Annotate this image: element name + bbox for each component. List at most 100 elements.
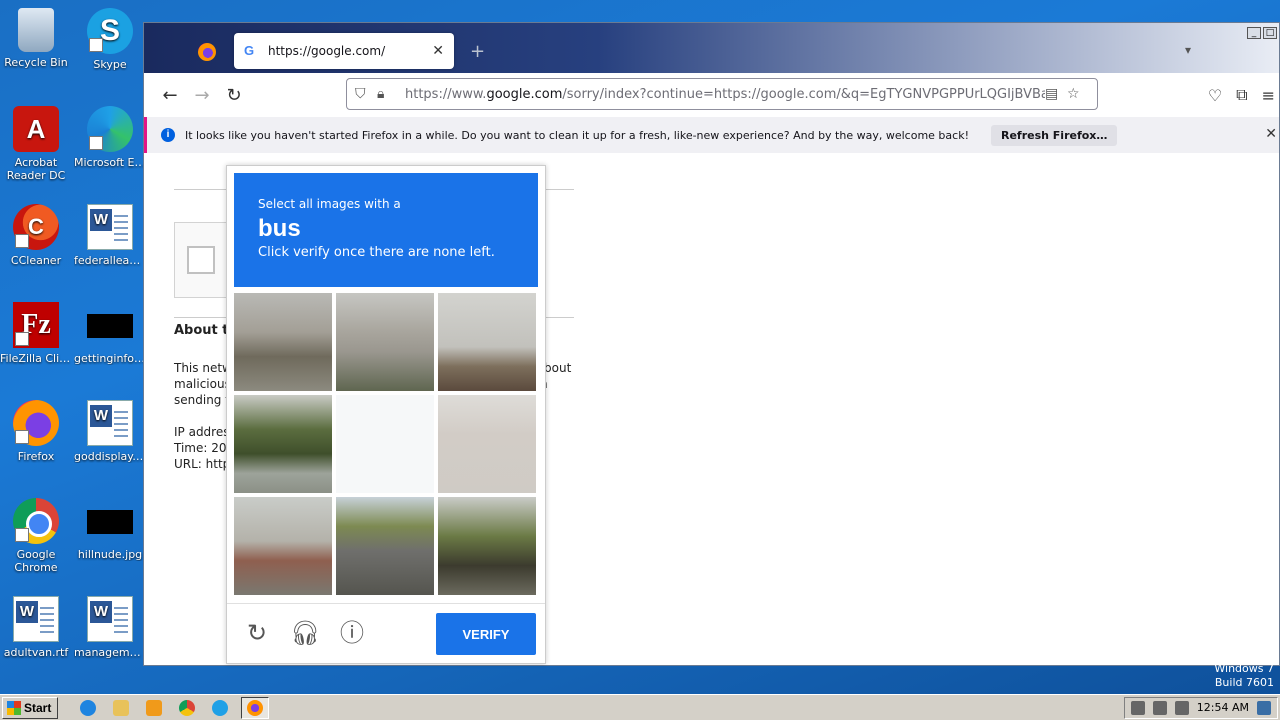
image-tile-3[interactable] (438, 293, 536, 391)
desktop-icon-adultvan[interactable]: adultvan.rtf (0, 596, 72, 659)
desktop-icon-federallead[interactable]: federallead.rtf (74, 204, 146, 267)
desktop-icon-hillnude[interactable]: hillnude.jpg (74, 498, 146, 561)
google-favicon-icon: G (244, 43, 255, 58)
firefox-icon (13, 400, 59, 446)
infobar-close-icon[interactable]: ✕ (1265, 126, 1277, 142)
extensions-icon[interactable]: ⧉ (1236, 85, 1247, 105)
image-grid (234, 293, 538, 597)
desktop-icon-goddisplay[interactable]: goddisplay.rtf (74, 400, 146, 463)
word-doc-icon (87, 400, 133, 446)
taskbar-ie-icon[interactable] (76, 697, 100, 719)
taskbar: Start 12:54 AM (0, 694, 1280, 720)
infobar-message: It looks like you haven't started Firefo… (185, 128, 969, 142)
back-arrow-icon[interactable]: ← (154, 79, 186, 111)
taskbar-chrome-icon[interactable] (175, 697, 199, 719)
tab-close-icon[interactable]: ✕ (432, 43, 444, 59)
word-doc-icon (87, 596, 133, 642)
recaptcha-challenge: Select all images with a bus Click verif… (226, 165, 546, 664)
desktop-icon-gettinginfor[interactable]: gettinginfor... (74, 302, 146, 365)
windows-flag-icon (7, 700, 21, 715)
desktop-icon-firefox[interactable]: Firefox (0, 400, 72, 463)
recaptcha-checkbox-frame (174, 222, 234, 298)
menu-hamburger-icon[interactable]: ≡ (1262, 86, 1275, 105)
black-file-icon (87, 314, 133, 338)
filezilla-icon: Fz (13, 302, 59, 348)
challenge-footer: ↻ 🎧︎ ⓘ VERIFY (227, 603, 545, 663)
tab-list-chevron-icon[interactable]: ▾ (1185, 43, 1191, 57)
taskbar-media-player-icon[interactable] (142, 697, 166, 719)
image-tile-7[interactable] (234, 497, 332, 595)
edge-icon (87, 106, 133, 152)
info-icon: i (161, 128, 175, 142)
taskbar-edge-icon[interactable] (208, 697, 232, 719)
about-paragraph: This netw malicious sending t (174, 361, 232, 407)
reader-view-icon[interactable]: ▤ (1045, 86, 1067, 102)
image-tile-4[interactable] (234, 395, 332, 493)
desktop-icon-acrobat[interactable]: A Acrobat Reader DC (0, 106, 72, 182)
desktop-icon-recycle-bin[interactable]: Recycle Bin (0, 8, 72, 69)
taskbar-firefox-icon[interactable] (241, 696, 270, 719)
refresh-firefox-button[interactable]: Refresh Firefox… (990, 124, 1118, 146)
image-tile-1[interactable] (234, 293, 332, 391)
instruction-subtext: Click verify once there are none left. (258, 245, 495, 260)
recaptcha-checkbox[interactable] (187, 246, 215, 274)
word-doc-icon (13, 596, 59, 642)
help-info-icon[interactable]: ⓘ (338, 619, 366, 647)
pocket-icon[interactable]: ♡ (1208, 86, 1222, 105)
address-bar[interactable]: ⛉ 🔒︎ https://www.google.com/sorry/index?… (346, 78, 1098, 110)
desktop-icon-ccleaner[interactable]: C CCleaner (0, 204, 72, 267)
image-tile-6[interactable] (438, 395, 536, 493)
word-doc-icon (87, 204, 133, 250)
black-file-icon (87, 510, 133, 534)
volume-icon[interactable] (1130, 700, 1145, 715)
network-icon[interactable] (1152, 700, 1167, 715)
ccleaner-icon: C (13, 204, 59, 250)
system-tray: 12:54 AM (1123, 696, 1278, 719)
clock[interactable]: 12:54 AM (1197, 701, 1249, 714)
verify-button[interactable]: VERIFY (436, 613, 536, 655)
tab-strip: G https://google.com/ ✕ + ▾ _ □ (144, 23, 1279, 73)
toolbar-right: ♡ ⧉ ≡ (1208, 73, 1279, 117)
tab-google[interactable]: G https://google.com/ ✕ (234, 33, 454, 69)
start-button[interactable]: Start (2, 696, 59, 719)
forward-arrow-icon[interactable]: → (186, 79, 218, 111)
target-object: bus (258, 215, 301, 242)
maximize-button[interactable]: □ (1263, 27, 1277, 39)
desktop-icon-chrome[interactable]: Google Chrome (0, 498, 72, 574)
lock-icon[interactable]: 🔒︎ (377, 86, 399, 102)
window-controls: _ □ (1247, 27, 1277, 39)
new-tab-button[interactable]: + (470, 41, 485, 62)
desktop-icon-management[interactable]: managemen... (74, 596, 146, 659)
about-paragraph-right: bout n (540, 361, 572, 391)
instruction-text: Select all images with a (258, 197, 401, 211)
reload-challenge-icon[interactable]: ↻ (243, 619, 271, 647)
recycle-bin-icon (18, 8, 54, 52)
show-desktop-icon[interactable] (1257, 700, 1271, 715)
tracking-shield-icon[interactable]: ⛉ (355, 86, 377, 102)
request-meta: IP addres Time: 20 URL: http (174, 425, 231, 471)
tab-title: https://google.com/ (268, 44, 386, 58)
challenge-header: Select all images with a bus Click verif… (234, 173, 538, 287)
firefox-menu-icon[interactable] (198, 43, 216, 61)
action-center-flag-icon[interactable] (1174, 700, 1189, 715)
bookmark-star-icon[interactable]: ☆ (1067, 86, 1089, 102)
image-tile-5[interactable] (336, 395, 434, 493)
chrome-icon (13, 498, 59, 544)
taskbar-explorer-icon[interactable] (109, 697, 133, 719)
image-tile-2[interactable] (336, 293, 434, 391)
anyrun-watermark: ANY RUN (1038, 613, 1261, 665)
windows-build-info: Windows 7 Build 7601 (1214, 662, 1274, 689)
url-text[interactable]: https://www.google.com/sorry/index?conti… (405, 87, 1045, 102)
image-tile-8[interactable] (336, 497, 434, 595)
desktop-icon-filezilla[interactable]: Fz FileZilla Client (0, 302, 72, 365)
minimize-button[interactable]: _ (1247, 27, 1261, 39)
refresh-notification-bar: i It looks like you haven't started Fire… (144, 117, 1279, 153)
skype-icon: S (87, 8, 133, 54)
acrobat-icon: A (13, 106, 59, 152)
navigation-bar: ← → ↻ ⛉ 🔒︎ https://www.google.com/sorry/… (144, 73, 1279, 117)
desktop-icon-skype[interactable]: S Skype (74, 8, 146, 71)
image-tile-9[interactable] (438, 497, 536, 595)
desktop-icon-edge[interactable]: Microsoft Edge (74, 106, 146, 169)
reload-icon[interactable]: ↻ (218, 79, 250, 111)
audio-challenge-headphones-icon[interactable]: 🎧︎ (290, 619, 320, 647)
